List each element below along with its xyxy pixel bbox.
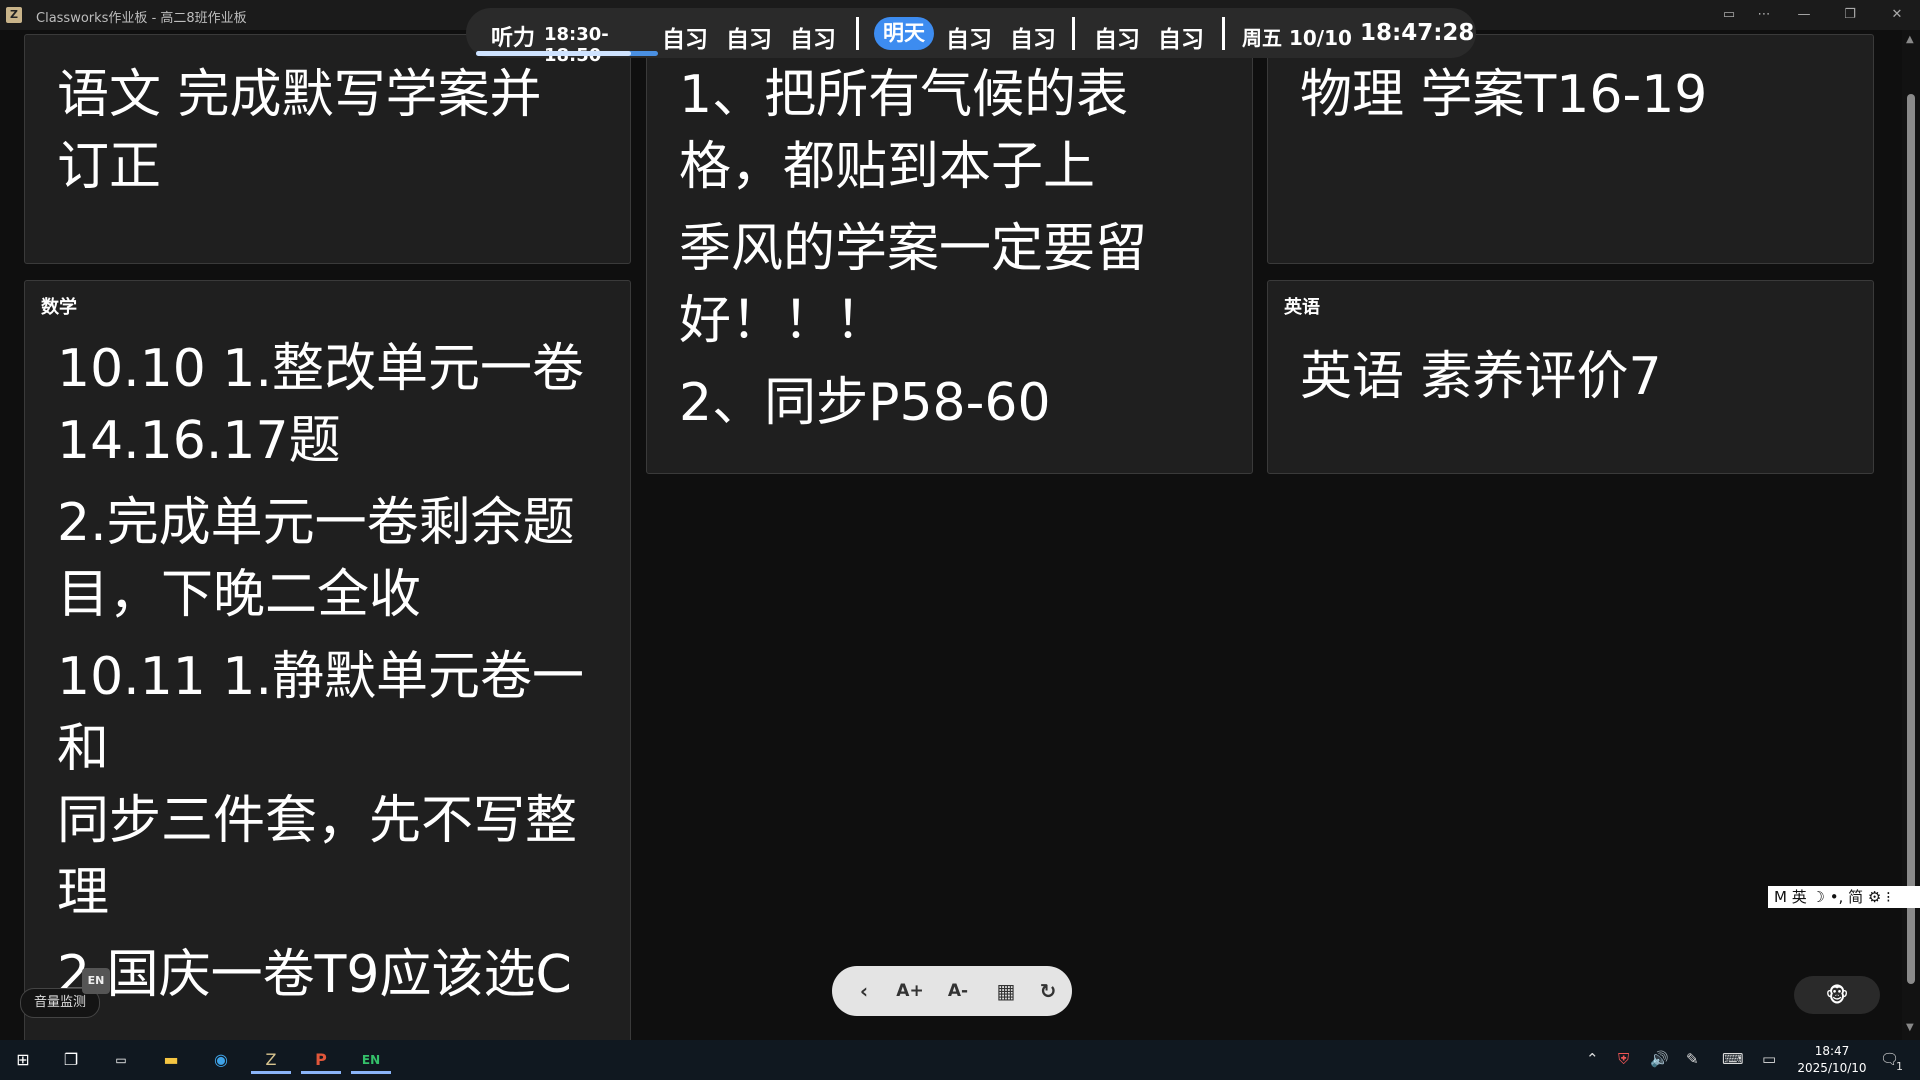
card-english[interactable]: 英语 英语 素养评价7 [1267, 280, 1874, 474]
divider [856, 17, 859, 50]
card-english-content: 英语 素养评价7 [1300, 341, 1662, 413]
cast-icon[interactable]: ▭ [1718, 4, 1740, 26]
card-math[interactable]: 数学 10.10 1.整改单元一卷 14.16.17题 2.完成单元一卷剩余题 … [24, 280, 631, 1062]
class-schedule-bar: 听力 18:30-18:50 自习 自习 自习 明天 自习 自习 自习 自习 周… [466, 8, 1476, 66]
taskbar-date: 2025/10/10 [1797, 1061, 1867, 1075]
homework-line: 同步三件套，先不写整 [57, 791, 578, 851]
security-icon[interactable]: ⛨ [1618, 1050, 1629, 1068]
card-title: 英语 [1284, 297, 1320, 318]
homework-paragraph: 2、同步P58-60 [679, 367, 1147, 439]
divider [1072, 17, 1075, 50]
classworks-icon: Z [6, 7, 22, 23]
card-title: 数学 [41, 297, 77, 318]
homework-line: 格，都贴到本子上 [679, 137, 1096, 197]
task-view-icon[interactable]: ❐ [56, 1046, 86, 1074]
file-explorer-icon[interactable]: ▬ [156, 1046, 186, 1074]
homework-line: 10.10 1.整改单元一卷 [57, 339, 585, 399]
homework-line: 1、把所有气候的表 [679, 65, 1129, 125]
keyboard-icon[interactable]: ⌨ [1722, 1050, 1744, 1068]
refresh-icon[interactable]: ↻ [1030, 975, 1066, 1007]
volume-icon[interactable]: 🔊 [1650, 1050, 1669, 1068]
current-period-time: 18:30-18:50 [544, 24, 609, 66]
display-icon[interactable]: ▭ [1762, 1050, 1776, 1068]
clock-label: 18:47:28 [1360, 20, 1475, 46]
scroll-down-icon[interactable]: ▼ [1906, 1022, 1914, 1033]
card-chinese-content: 语文 完成默写学案并 订正 [57, 59, 542, 203]
period-progress-fill [476, 51, 631, 56]
card-physics[interactable]: 物理 学案T16-19 [1267, 34, 1874, 264]
homework-line: 语文 完成默写学案并 [57, 65, 542, 125]
tomorrow-badge: 明天 [874, 17, 934, 50]
more-options-icon[interactable]: ⋯ [1753, 4, 1775, 26]
current-period-label: 听力 [491, 26, 536, 51]
period-label: 自习 [1158, 27, 1204, 53]
homework-paragraph: 2.完成单元一卷剩余题 目，下晚二全收 [57, 487, 630, 631]
close-button[interactable]: ✕ [1886, 4, 1908, 26]
homework-line: 2.完成单元一卷剩余题 [57, 493, 575, 553]
homework-line: 英语 素养评价7 [1300, 347, 1662, 407]
edge-icon[interactable]: ◉ [206, 1046, 236, 1074]
period-label: 自习 [726, 27, 772, 53]
card-geography-content: 1、把所有气候的表 格，都贴到本子上 季风的学案一定要留 好！！！ 2、同步P5… [679, 59, 1147, 449]
period-label: 自习 [946, 27, 992, 53]
minimize-button[interactable]: — [1793, 4, 1815, 26]
pen-icon[interactable]: ✎ [1686, 1050, 1699, 1068]
homework-paragraph: 10.10 1.整改单元一卷 14.16.17题 [57, 333, 630, 477]
homework-line: 10.11 1.静默单元卷一和 [57, 647, 585, 779]
homework-line: 物理 学案T16-19 [1300, 65, 1708, 125]
homework-paragraph: 10.11 1.静默单元卷一和 同步三件套，先不写整 理 [57, 641, 630, 929]
homework-line: 2.国庆一卷T9应该选C [57, 945, 572, 1005]
date-label: 周五 10/10 [1242, 26, 1352, 50]
card-chinese[interactable]: 语文 完成默写学案并 订正 [24, 34, 631, 264]
notification-count: 1 [1896, 1060, 1903, 1073]
chevron-left-icon[interactable]: ‹ [846, 975, 882, 1007]
scroll-thumb[interactable] [1907, 94, 1915, 984]
restore-button[interactable]: ❐ [1839, 4, 1861, 26]
taskbar-clock[interactable]: 18:47 2025/10/10 [1792, 1043, 1872, 1077]
homework-paragraph: 2.国庆一卷T9应该选C [57, 939, 630, 1011]
period-label: 自习 [662, 27, 708, 53]
period-label: 自习 [1010, 27, 1056, 53]
homework-line: 目，下晚二全收 [57, 565, 422, 625]
homework-line: 好！！！ [679, 291, 888, 351]
homework-line: 订正 [57, 137, 162, 197]
taskbar-time: 18:47 [1814, 1044, 1850, 1058]
taskbar: ⊞ ❐ ▭ ▬ ◉ Z P EN ⌃ ⛨ 🔊 ✎ ⌨ ▭ 18:47 2025/… [0, 1040, 1920, 1080]
divider [1222, 17, 1225, 50]
bottom-toolbar: ‹ A+ A- ▦ ↻ [832, 966, 1072, 1016]
seewo-icon[interactable]: ▭ [106, 1046, 136, 1074]
card-math-content: 10.10 1.整改单元一卷 14.16.17题 2.完成单元一卷剩余题 目，下… [57, 333, 630, 1021]
window-title: Classworks作业板 - 高二8班作业板 [36, 11, 247, 26]
en-app-icon[interactable]: EN [351, 1046, 391, 1074]
period-progress-bar [476, 51, 658, 56]
chevron-up-icon[interactable]: ⌃ [1586, 1050, 1599, 1068]
powerpoint-icon[interactable]: P [301, 1046, 341, 1074]
period-label: 自习 [790, 27, 836, 53]
homework-line: 2、同步P58-60 [679, 373, 1051, 433]
card-physics-content: 物理 学案T16-19 [1300, 59, 1707, 131]
card-geography[interactable]: 1、把所有气候的表 格，都贴到本子上 季风的学案一定要留 好！！！ 2、同步P5… [646, 34, 1253, 474]
period-label: 自习 [1094, 27, 1140, 53]
homework-line: 14.16.17题 [57, 411, 341, 471]
windows-start-icon[interactable]: ⊞ [8, 1046, 38, 1074]
homework-paragraph: 季风的学案一定要留 好！！！ [679, 213, 1147, 357]
classworks-icon[interactable]: Z [251, 1046, 291, 1074]
calendar-icon[interactable]: ▦ [988, 975, 1024, 1007]
font-increase-icon[interactable]: A+ [892, 975, 928, 1007]
monkey-icon[interactable]: 🐵 [1794, 976, 1880, 1014]
scroll-up-icon[interactable]: ▲ [1906, 34, 1914, 45]
ime-toolbar[interactable]: M 英 ☽ •, 简 ⚙ ⁝ [1768, 886, 1920, 908]
language-badge: EN [82, 968, 110, 994]
homework-line: 理 [57, 863, 110, 923]
homework-paragraph: 1、把所有气候的表 格，都贴到本子上 [679, 59, 1147, 203]
homework-line: 季风的学案一定要留 [679, 219, 1148, 279]
font-decrease-icon[interactable]: A- [940, 975, 976, 1007]
